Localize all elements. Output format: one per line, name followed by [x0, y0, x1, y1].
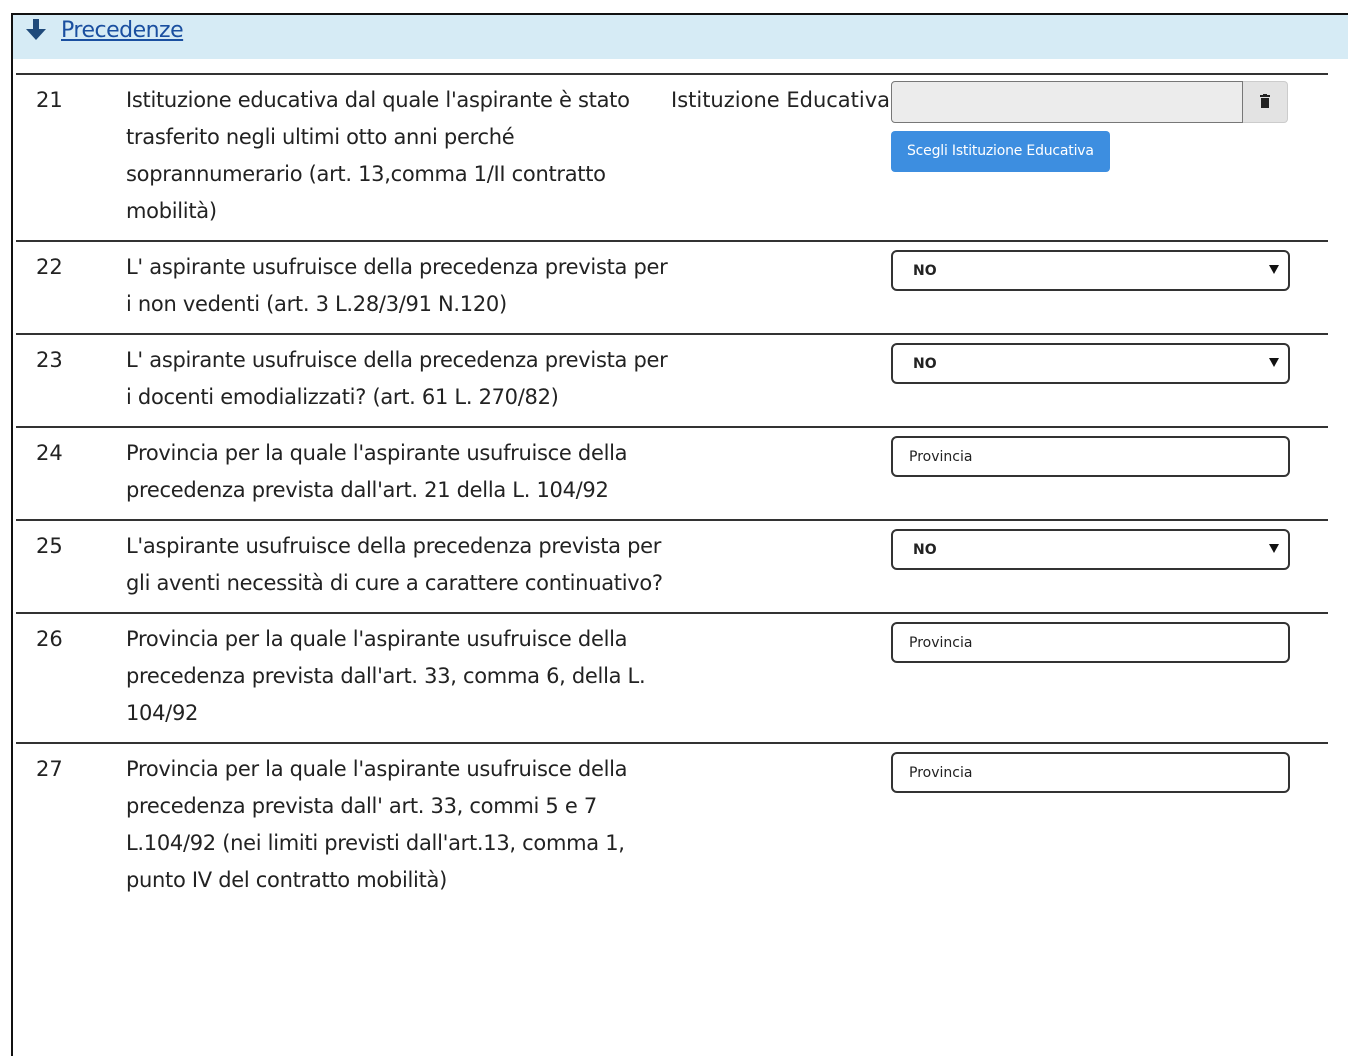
row-number: 26: [36, 627, 63, 651]
choose-istituzione-button[interactable]: Scegli Istituzione Educativa: [891, 131, 1110, 172]
row-description: Istituzione educativa dal quale l'aspira…: [126, 88, 630, 223]
row-label: [671, 428, 891, 519]
row-label: [671, 521, 891, 612]
row-number: 22: [36, 255, 63, 279]
table-row: 27 Provincia per la quale l'aspirante usu…: [16, 742, 1328, 909]
row-input-cell: [891, 744, 1328, 909]
provincia-input[interactable]: [891, 752, 1290, 793]
row-label: Istituzione Educativa: [671, 88, 891, 112]
row-description: L' aspirante usufruisce della precedenza…: [126, 255, 668, 316]
table-row: 24 Provincia per la quale l'aspirante usu…: [16, 426, 1328, 519]
row-label: [671, 335, 891, 426]
row-number: 21: [36, 88, 63, 112]
precedenze-table: 21 Istituzione educativa dal quale l'aspi…: [16, 73, 1328, 909]
row-input-cell: NO: [891, 335, 1328, 426]
table-row: 25 L'aspirante usufruisce della precedenz…: [16, 519, 1328, 612]
row-number: 24: [36, 441, 63, 465]
istituzione-field[interactable]: [891, 81, 1243, 123]
table-row: 21 Istituzione educativa dal quale l'aspi…: [16, 73, 1328, 240]
yes-no-select[interactable]: NO: [891, 250, 1290, 291]
caret-down-icon: [1268, 542, 1280, 558]
table-row: 22 L' aspirante usufruisce della preceden…: [16, 240, 1328, 333]
row-input-cell: [891, 614, 1328, 742]
row-description: Provincia per la quale l'aspirante usufr…: [126, 757, 628, 892]
row-input-cell: [891, 428, 1328, 519]
row-description: Provincia per la quale l'aspirante usufr…: [126, 627, 646, 725]
table-row: 26 Provincia per la quale l'aspirante usu…: [16, 612, 1328, 742]
clear-istituzione-button[interactable]: [1243, 81, 1288, 123]
table-row: 23 L' aspirante usufruisce della preceden…: [16, 333, 1328, 426]
select-value: NO: [913, 541, 937, 558]
caret-down-icon: [1268, 263, 1280, 279]
row-input-cell: NO: [891, 242, 1328, 333]
section-header: Precedenze: [13, 15, 1348, 59]
yes-no-select[interactable]: NO: [891, 529, 1290, 570]
section-title-link[interactable]: Precedenze: [61, 18, 184, 43]
yes-no-select[interactable]: NO: [891, 343, 1290, 384]
row-description: Provincia per la quale l'aspirante usufr…: [126, 441, 628, 502]
trash-icon: [1259, 93, 1271, 112]
row-description: L' aspirante usufruisce della precedenza…: [126, 348, 668, 409]
istituzione-group: [891, 81, 1288, 123]
row-label: [671, 614, 891, 742]
caret-down-icon: [1268, 356, 1280, 372]
row-number: 23: [36, 348, 63, 372]
row-number: 27: [36, 757, 63, 781]
row-description: L'aspirante usufruisce della precedenza …: [126, 534, 663, 595]
provincia-input[interactable]: [891, 436, 1290, 477]
row-input-cell: NO: [891, 521, 1328, 612]
row-input-cell: Scegli Istituzione Educativa: [891, 75, 1328, 240]
select-value: NO: [913, 355, 937, 372]
row-number: 25: [36, 534, 63, 558]
row-label: [671, 242, 891, 333]
arrow-down-icon: [25, 18, 47, 42]
provincia-input[interactable]: [891, 622, 1290, 663]
row-label: [671, 744, 891, 909]
select-value: NO: [913, 262, 937, 279]
